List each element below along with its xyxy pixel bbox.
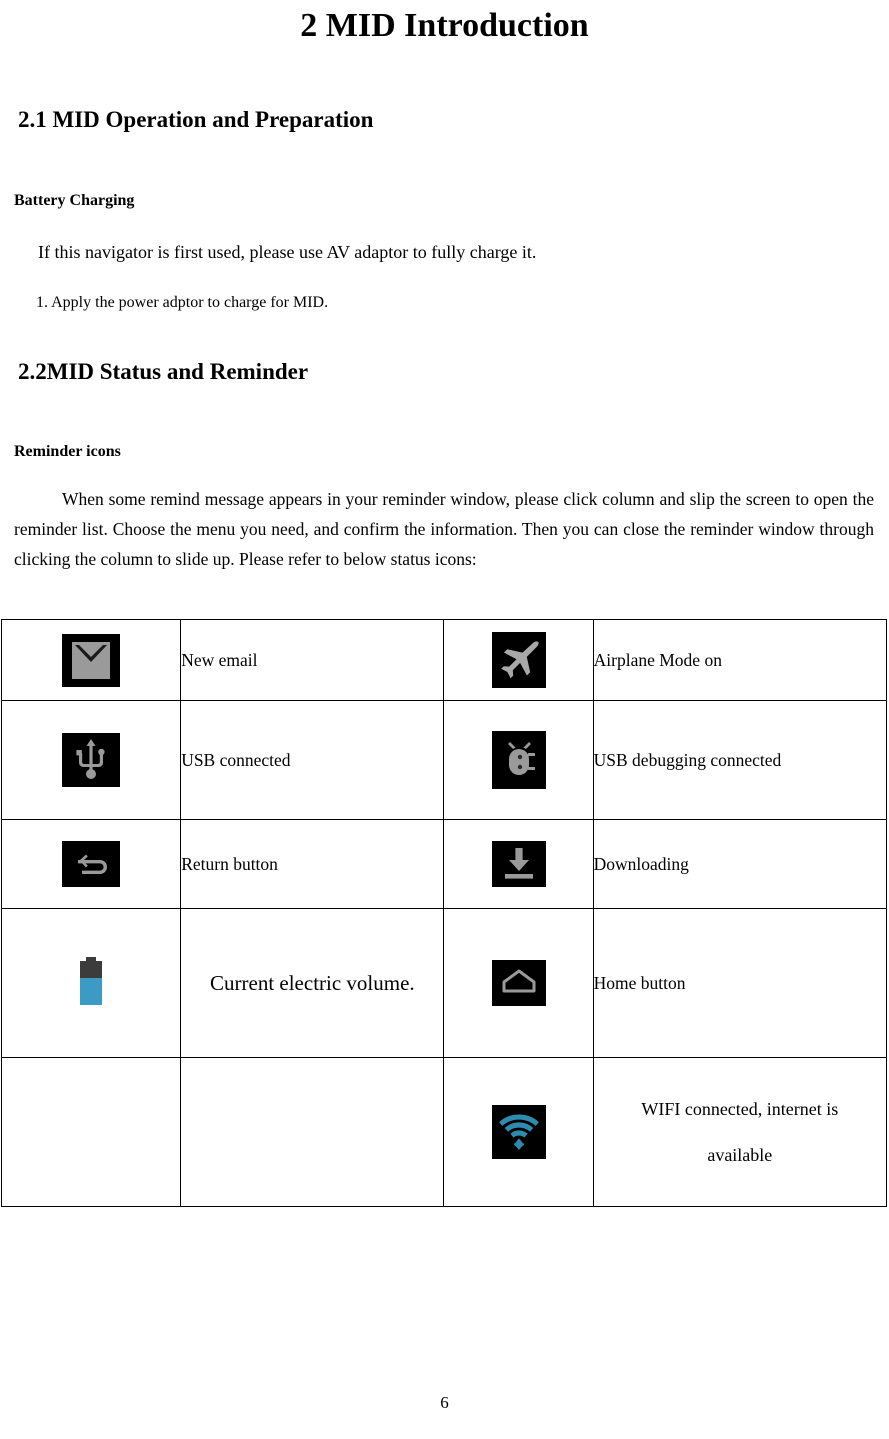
table-row: Return button Downloading [0, 819, 888, 909]
table-row: USB connected USB debugging connected [0, 700, 888, 820]
cell-icon-return [0, 819, 182, 909]
page-title: 2 MID Introduction [300, 7, 589, 44]
cell-label-return: Return button [180, 819, 445, 909]
usb-debug-bug-icon [491, 731, 546, 789]
airplane-icon [491, 632, 546, 688]
cell-label-battery: Current electric volume. [180, 908, 445, 1058]
cell-icon-battery [0, 908, 182, 1058]
table-row: Current electric volume. Home button [0, 908, 888, 1058]
paragraph-charging-step-1: 1. Apply the power adptor to charge for … [36, 294, 329, 311]
cell-label-home: Home button [592, 908, 888, 1058]
document-page: 2 MID Introduction 2.1 MID Operation and… [0, 0, 889, 1439]
home-icon [491, 960, 546, 1006]
paragraph-reminder-body: When some remind message appears in your… [14, 489, 874, 569]
cell-label-download: Downloading [592, 819, 888, 909]
section-heading-2-1: 2.1 MID Operation and Preparation [18, 107, 374, 132]
cell-label-wifi-line1: WIFI connected, internet is [641, 1099, 839, 1119]
table-row: New email Airplane Mode on [0, 619, 888, 701]
download-icon [491, 841, 546, 887]
page-number: 6 [440, 1393, 449, 1412]
wifi-icon [491, 1105, 546, 1159]
cell-label-empty [180, 1057, 445, 1207]
cell-icon-home [443, 908, 594, 1058]
cell-label-wifi: WIFI connected, internet is available [592, 1057, 888, 1207]
cell-label-wifi-line2: available [707, 1145, 773, 1165]
cell-label-email: New email [180, 619, 445, 701]
section-heading-2-2: 2.2MID Status and Reminder [18, 359, 309, 384]
cell-label-usb: USB connected [180, 700, 445, 820]
cell-label-airplane: Airplane Mode on [592, 619, 888, 701]
cell-icon-usb [0, 700, 182, 820]
subheading-battery-charging: Battery Charging [14, 192, 135, 209]
table-row: WIFI connected, internet is available [0, 1057, 888, 1207]
battery-icon [74, 954, 108, 1012]
return-arrow-icon [62, 841, 121, 887]
cell-icon-download [443, 819, 594, 909]
cell-icon-airplane [443, 619, 594, 701]
paragraph-charging-intro: If this navigator is first used, please … [38, 242, 537, 262]
status-icons-table: New email Airplane Mode on USB connected… [0, 619, 888, 1207]
usb-icon [62, 733, 121, 787]
cell-label-usb-debug: USB debugging connected [592, 700, 888, 820]
subheading-reminder-icons: Reminder icons [14, 443, 121, 460]
cell-icon-wifi [443, 1057, 594, 1207]
cell-icon-empty [0, 1057, 182, 1207]
email-icon [62, 633, 121, 687]
cell-icon-email [0, 619, 182, 701]
cell-icon-usb-debug [443, 700, 594, 820]
